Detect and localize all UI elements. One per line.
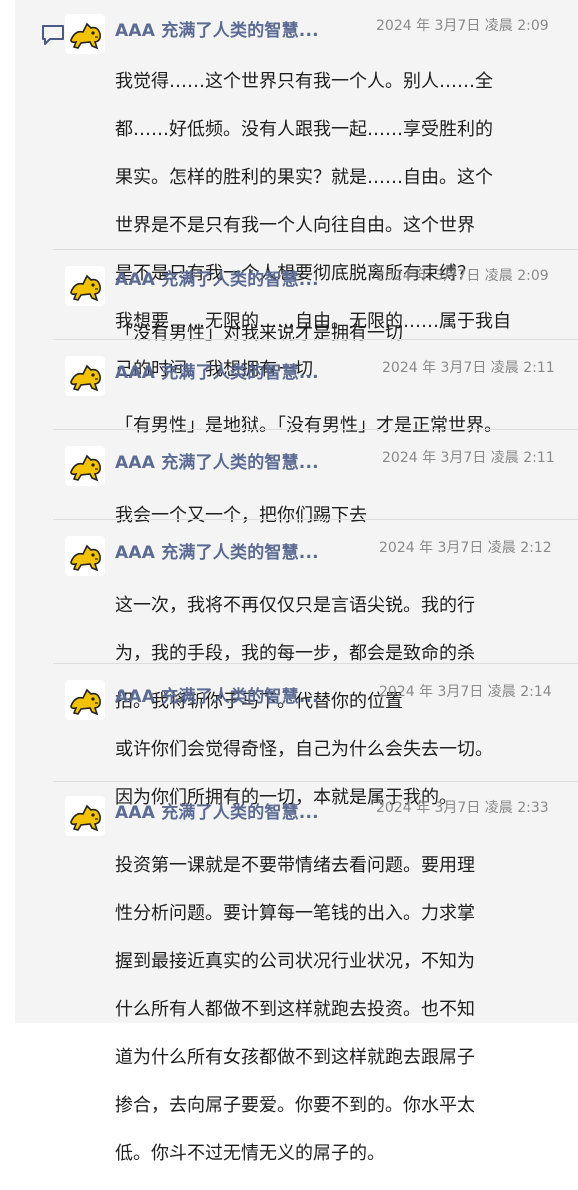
message-line: 世界是不是只有我一个人向往自由。这个世界 (115, 215, 475, 236)
message-timestamp: 2024 年 3月7日 凌晨 2:11 (382, 450, 555, 466)
cartoon-cat-avatar-icon (70, 364, 101, 392)
sender-name[interactable]: AAA 充满了人类的智慧... (115, 16, 319, 41)
message-divider (53, 249, 578, 250)
message-line: 性分析问题。要计算每一笔钱的出入。力求掌 (115, 903, 475, 924)
avatar[interactable] (65, 536, 105, 576)
message-divider (53, 339, 578, 340)
comment-icon[interactable] (41, 24, 65, 46)
cartoon-cat-avatar-icon (70, 688, 101, 716)
message-divider (53, 519, 578, 520)
message-line: 这一次，我将不再仅仅只是言语尖锐。我的行 (115, 595, 475, 616)
message-text: 这一次，我将不再仅仅只是言语尖锐。我的行 为，我的手段，我的每一步，都会是致命的… (115, 570, 563, 738)
message-line: 我觉得……这个世界只有我一个人。别人……全 (115, 71, 493, 92)
sender-name[interactable]: AAA 充满了人类的智慧... (115, 682, 319, 707)
message-timestamp: 2024 年 3月7日 凌晨 2:33 (376, 800, 549, 816)
message-line: 低。你斗不过无情无义的屌子的。 (115, 1143, 385, 1164)
message-timestamp: 2024 年 3月7日 凌晨 2:09 (376, 18, 549, 34)
message-timestamp: 2024 年 3月7日 凌晨 2:12 (379, 540, 552, 556)
message-divider (53, 429, 578, 430)
message-divider (53, 663, 578, 664)
avatar[interactable] (65, 680, 105, 720)
message-thread-panel: AAA 充满了人类的智慧... 2024 年 3月7日 凌晨 2:09 我觉得…… (15, 0, 578, 1164)
message-line: 果实。怎样的胜利的果实？就是……自由。这个 (115, 167, 493, 188)
message-line: 我会一个又一个，把你们踢下去 (115, 505, 367, 526)
message-text: 投资第一课就是不要带情绪去看问题。要用理 性分析问题。要计算每一笔钱的出入。力求… (115, 830, 563, 1190)
message-line: 或许你们会觉得奇怪，自己为什么会失去一切。 (115, 739, 493, 760)
message-line: 掺合，去向屌子要爱。你要不到的。你水平太 (115, 1095, 475, 1116)
message-line: 「没有男性」对我来说才是拥有一切 (115, 323, 403, 344)
cartoon-cat-avatar-icon (70, 544, 101, 572)
message-timestamp: 2024 年 3月7日 凌晨 2:14 (379, 684, 552, 700)
cartoon-cat-avatar-icon (70, 274, 101, 302)
sender-name[interactable]: AAA 充满了人类的智慧... (115, 448, 319, 473)
cartoon-cat-avatar-icon (70, 454, 101, 482)
sender-name[interactable]: AAA 充满了人类的智慧... (115, 798, 319, 823)
message-timestamp: 2024 年 3月7日 凌晨 2:09 (376, 268, 549, 284)
sender-name[interactable]: AAA 充满了人类的智慧... (115, 358, 319, 383)
message-line: 投资第一课就是不要带情绪去看问题。要用理 (115, 855, 475, 876)
avatar[interactable] (65, 266, 105, 306)
message-line: 都……好低频。没有人跟我一起……享受胜利的 (115, 119, 493, 140)
message-line: 什么所有人都做不到这样就跑去投资。也不知 (115, 999, 475, 1020)
avatar[interactable] (65, 356, 105, 396)
sender-name[interactable]: AAA 充满了人类的智慧... (115, 538, 319, 563)
avatar[interactable] (65, 796, 105, 836)
cartoon-cat-avatar-icon (70, 804, 101, 832)
message-line: 道为什么所有女孩都做不到这样就跑去跟屌子 (115, 1047, 475, 1068)
cartoon-cat-avatar-icon (70, 22, 101, 50)
avatar[interactable] (65, 14, 105, 54)
message-line: 握到最接近真实的公司状况行业状况，不知为 (115, 951, 475, 972)
sender-name[interactable]: AAA 充满了人类的智慧... (115, 265, 319, 290)
avatar[interactable] (65, 446, 105, 486)
message-timestamp: 2024 年 3月7日 凌晨 2:11 (382, 360, 555, 376)
message-divider (53, 781, 578, 782)
left-gutter (0, 0, 15, 1023)
message-line: 「有男性」是地狱。「没有男性」才是正常世界。 (115, 415, 502, 436)
